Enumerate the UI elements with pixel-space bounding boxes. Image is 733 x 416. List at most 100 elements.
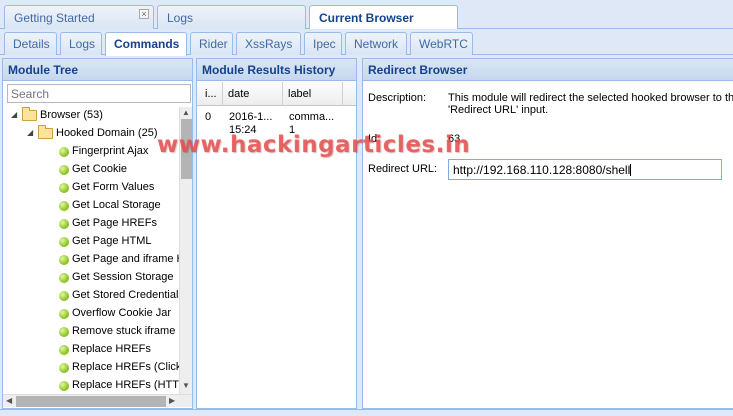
- tree-leaf-label: Remove stuck iframe: [72, 325, 176, 337]
- redirect-browser-panel: Redirect Browser Description: This modul…: [362, 58, 733, 409]
- tree-leaf-module[interactable]: Fingerprint Ajax: [3, 143, 179, 161]
- tree-leaf-label: Get Page HTML: [72, 235, 152, 247]
- sub-tab-bar: Details Logs Commands Rider XssRays Ipec…: [0, 29, 733, 56]
- subtab-details-label: Details: [13, 37, 50, 51]
- subtab-details[interactable]: Details: [4, 32, 57, 55]
- module-status-icon: [59, 147, 69, 157]
- tree-leaf-module[interactable]: Get Session Storage: [3, 269, 179, 287]
- tab-logs-label: Logs: [167, 11, 194, 25]
- row-date-line1: 2016-1...: [229, 111, 273, 123]
- subtab-rider-label: Rider: [199, 37, 228, 51]
- module-status-icon: [59, 345, 69, 355]
- tree-leaf-module[interactable]: Replace HREFs (HTT: [3, 377, 179, 393]
- column-header-id[interactable]: i...: [200, 82, 223, 106]
- results-grid-header: i... date label: [197, 82, 356, 106]
- scroll-down-arrow-icon[interactable]: ▼: [182, 381, 190, 390]
- subtab-ipec[interactable]: Ipec: [304, 32, 342, 55]
- module-status-icon: [59, 183, 69, 193]
- scrollbar-thumb[interactable]: [16, 396, 166, 407]
- subtab-rider[interactable]: Rider: [190, 32, 233, 55]
- tree-leaf-module[interactable]: Get Stored Credentials: [3, 287, 179, 305]
- description-line1: This module will redirect the selected h…: [448, 92, 733, 104]
- tree-leaf-label: Overflow Cookie Jar: [72, 307, 172, 319]
- module-status-icon: [59, 363, 69, 373]
- tree-node-label: Hooked Domain (25): [56, 127, 158, 139]
- tree-leaf-module[interactable]: Get Page HREFs: [3, 215, 179, 233]
- watermark: www.hackingarticles.in: [157, 132, 471, 158]
- module-status-icon: [59, 237, 69, 247]
- tree-leaf-label: Fingerprint Ajax: [72, 145, 149, 157]
- tab-current-browser[interactable]: Current Browser: [309, 5, 458, 30]
- tree-leaf-label: Replace HREFs (HTT: [72, 379, 179, 391]
- tab-getting-started[interactable]: Getting Started ×: [4, 5, 154, 29]
- tree-leaf-module[interactable]: Get Local Storage: [3, 197, 179, 215]
- subtab-network[interactable]: Network: [345, 32, 407, 55]
- close-icon[interactable]: ×: [139, 9, 149, 19]
- tree-leaf-label: Get Session Storage: [72, 271, 174, 283]
- subtab-network-label: Network: [354, 37, 399, 51]
- collapse-triangle-icon[interactable]: ◢: [11, 110, 17, 119]
- collapse-triangle-icon[interactable]: ◢: [27, 128, 33, 137]
- redirect-url-label: Redirect URL:: [368, 163, 438, 175]
- module-status-icon: [59, 327, 69, 337]
- tree-node-hooked-domain[interactable]: ◢ Hooked Domain (25): [3, 125, 179, 143]
- redirect-url-input[interactable]: http://192.168.110.128:8080/shell: [448, 159, 722, 180]
- tree-node-browser[interactable]: ◢ Browser (53): [3, 107, 179, 125]
- tree-leaf-label: Get Page and iframe H: [72, 253, 179, 265]
- tree-leaf-label: Get Stored Credentials: [72, 289, 179, 301]
- tree-node-label: Browser (53): [40, 109, 103, 121]
- scroll-left-arrow-icon[interactable]: ◀: [6, 396, 12, 405]
- module-status-icon: [59, 255, 69, 265]
- description-line2: 'Redirect URL' input.: [448, 104, 549, 116]
- tree-leaf-module[interactable]: Replace HREFs (Click: [3, 359, 179, 377]
- folder-icon: [22, 107, 37, 121]
- subtab-commands-label: Commands: [114, 37, 180, 51]
- module-status-icon: [59, 309, 69, 319]
- scroll-right-arrow-icon[interactable]: ▶: [169, 396, 175, 405]
- results-history-title: Module Results History: [197, 59, 356, 81]
- description-label: Description:: [368, 92, 427, 104]
- subtab-ipec-label: Ipec: [313, 37, 336, 51]
- module-tree-panel: Module Tree ◢ Browser (53) ◢ Hooked Doma…: [2, 58, 193, 409]
- tree-leaf-module[interactable]: Overflow Cookie Jar: [3, 305, 179, 323]
- column-header-label[interactable]: label: [283, 82, 343, 106]
- module-status-icon: [59, 219, 69, 229]
- text-caret: [630, 164, 632, 176]
- tree-leaf-module[interactable]: Get Cookie: [3, 161, 179, 179]
- tab-logs[interactable]: Logs: [157, 5, 306, 29]
- row-id: 0: [205, 111, 212, 123]
- module-tree: ◢ Browser (53) ◢ Hooked Domain (25) Fing…: [3, 107, 179, 393]
- module-search-input[interactable]: [7, 84, 191, 103]
- tree-leaf-module[interactable]: Get Form Values: [3, 179, 179, 197]
- tree-leaf-label: Replace HREFs (Click: [72, 361, 179, 373]
- tree-leaf-module[interactable]: Replace HREFs: [3, 341, 179, 359]
- tab-current-browser-label: Current Browser: [319, 11, 414, 25]
- redirect-browser-title: Redirect Browser: [363, 59, 733, 81]
- tree-leaf-label: Get Page HREFs: [72, 217, 157, 229]
- tree-leaf-label: Get Cookie: [72, 163, 128, 175]
- description-value: This module will redirect the selected h…: [448, 92, 733, 116]
- tree-leaf-label: Replace HREFs: [72, 343, 151, 355]
- tree-leaf-module[interactable]: Remove stuck iframe: [3, 323, 179, 341]
- bottom-strip: [0, 409, 733, 416]
- tree-leaf-module[interactable]: Get Page and iframe H: [3, 251, 179, 269]
- scroll-up-arrow-icon[interactable]: ▲: [182, 108, 190, 117]
- subtab-xssrays[interactable]: XssRays: [236, 32, 301, 55]
- module-status-icon: [59, 201, 69, 211]
- subtab-webrtc[interactable]: WebRTC: [410, 32, 473, 55]
- row-label-line1: comma...: [289, 111, 335, 123]
- tree-leaf-label: Get Form Values: [72, 181, 155, 193]
- tree-leaf-label: Get Local Storage: [72, 199, 161, 211]
- subtab-commands[interactable]: Commands: [105, 32, 187, 56]
- module-status-icon: [59, 381, 69, 391]
- column-header-date[interactable]: date: [223, 82, 283, 106]
- tree-horizontal-scrollbar[interactable]: ◀ ▶: [3, 394, 192, 407]
- module-status-icon: [59, 291, 69, 301]
- tree-leaf-module[interactable]: Get Page HTML: [3, 233, 179, 251]
- subtab-logs-label: Logs: [69, 37, 96, 51]
- results-history-panel: Module Results History i... date label 0…: [196, 58, 357, 409]
- subtab-webrtc-label: WebRTC: [419, 37, 468, 51]
- module-status-icon: [59, 273, 69, 283]
- module-status-icon: [59, 165, 69, 175]
- subtab-logs[interactable]: Logs: [60, 32, 102, 55]
